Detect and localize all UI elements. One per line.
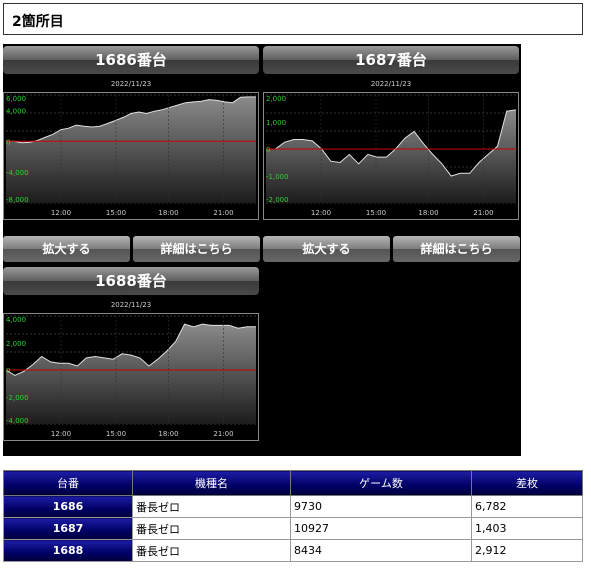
cell-model: 番長ゼロ — [132, 517, 291, 540]
page-title: 2箇所目 — [12, 14, 64, 30]
y-tick-label: -4,000 — [6, 417, 29, 425]
x-tick-label: 12:00 — [311, 209, 331, 217]
cell-model: 番長ゼロ — [132, 539, 291, 562]
x-tick-label: 12:00 — [51, 209, 71, 217]
y-tick-label: 2,000 — [266, 95, 286, 103]
table-header-row: 台番 機種名 ゲーム数 差枚 — [3, 470, 583, 496]
detail-button[interactable]: 詳細はこちら — [393, 236, 520, 262]
y-tick-label: 6,000 — [6, 95, 26, 103]
y-tick-label: -4,000 — [6, 169, 29, 177]
cell-number: 1688 — [3, 539, 133, 562]
machine-table: 台番 機種名 ゲーム数 差枚 1686 番長ゼロ 9730 6,782 1687… — [3, 470, 583, 562]
x-tick-label: 12:00 — [51, 430, 71, 438]
col-header-diff: 差枚 — [471, 470, 583, 496]
y-tick-label: 2,000 — [6, 340, 26, 348]
x-tick-label: 21:00 — [473, 209, 493, 217]
table-row: 1687 番長ゼロ 10927 1,403 — [3, 517, 583, 540]
machine-header: 1687番台 — [263, 46, 519, 74]
y-tick-label: 4,000 — [6, 316, 26, 324]
cell-diff: 1,403 — [471, 517, 583, 540]
cell-games: 9730 — [290, 495, 472, 518]
col-header-model: 機種名 — [132, 470, 291, 496]
x-tick-label: 18:00 — [158, 430, 178, 438]
y-tick-label: -1,000 — [266, 173, 289, 181]
slump-graph: 6,000 4,000 0 -4,000 -8,000 12:00 15:00 18:00 21… — [3, 92, 259, 220]
x-tick-label: 15:00 — [366, 209, 386, 217]
chart-date: 2022/11/23 — [370, 80, 412, 88]
table-row: 1688 番長ゼロ 8434 2,912 — [3, 539, 583, 562]
page-title-box: 2箇所目 — [3, 3, 583, 35]
x-tick-label: 21:00 — [213, 209, 233, 217]
slump-graph: 2,000 1,000 0 -1,000 -2,000 12:00 15:00 18:00 21… — [263, 92, 519, 220]
series-area — [266, 109, 516, 203]
cell-diff: 6,782 — [471, 495, 583, 518]
y-tick-label: -2,000 — [6, 394, 29, 402]
y-tick-label: 4,000 — [6, 107, 26, 115]
chart-date: 2022/11/23 — [110, 80, 152, 88]
cell-diff: 2,912 — [471, 539, 583, 562]
col-header-number: 台番 — [3, 470, 133, 496]
x-tick-label: 18:00 — [418, 209, 438, 217]
machine-header: 1688番台 — [3, 267, 259, 295]
machine-header: 1686番台 — [3, 46, 259, 74]
col-header-games: ゲーム数 — [290, 470, 472, 496]
detail-button[interactable]: 詳細はこちら — [133, 236, 260, 262]
x-tick-label: 15:00 — [106, 209, 126, 217]
x-tick-label: 15:00 — [106, 430, 126, 438]
zoom-button[interactable]: 拡大する — [3, 236, 130, 262]
y-tick-label: 0 — [266, 146, 270, 154]
cell-games: 10927 — [290, 517, 472, 540]
y-tick-label: 0 — [6, 367, 10, 375]
slump-graph: 4,000 2,000 0 -2,000 -4,000 12:00 15:00 18:00 21… — [3, 313, 259, 441]
cell-number: 1686 — [3, 495, 133, 518]
y-tick-label: 1,000 — [266, 119, 286, 127]
cell-model: 番長ゼロ — [132, 495, 291, 518]
series-area — [6, 324, 256, 424]
y-tick-label: -2,000 — [266, 196, 289, 204]
table-row: 1686 番長ゼロ 9730 6,782 — [3, 495, 583, 518]
y-tick-label: -8,000 — [6, 196, 29, 204]
cell-games: 8434 — [290, 539, 472, 562]
zoom-button[interactable]: 拡大する — [263, 236, 390, 262]
cell-number: 1687 — [3, 517, 133, 540]
x-tick-label: 18:00 — [158, 209, 178, 217]
x-tick-label: 21:00 — [213, 430, 233, 438]
chart-date: 2022/11/23 — [110, 301, 152, 309]
y-tick-label: 0 — [6, 138, 10, 146]
